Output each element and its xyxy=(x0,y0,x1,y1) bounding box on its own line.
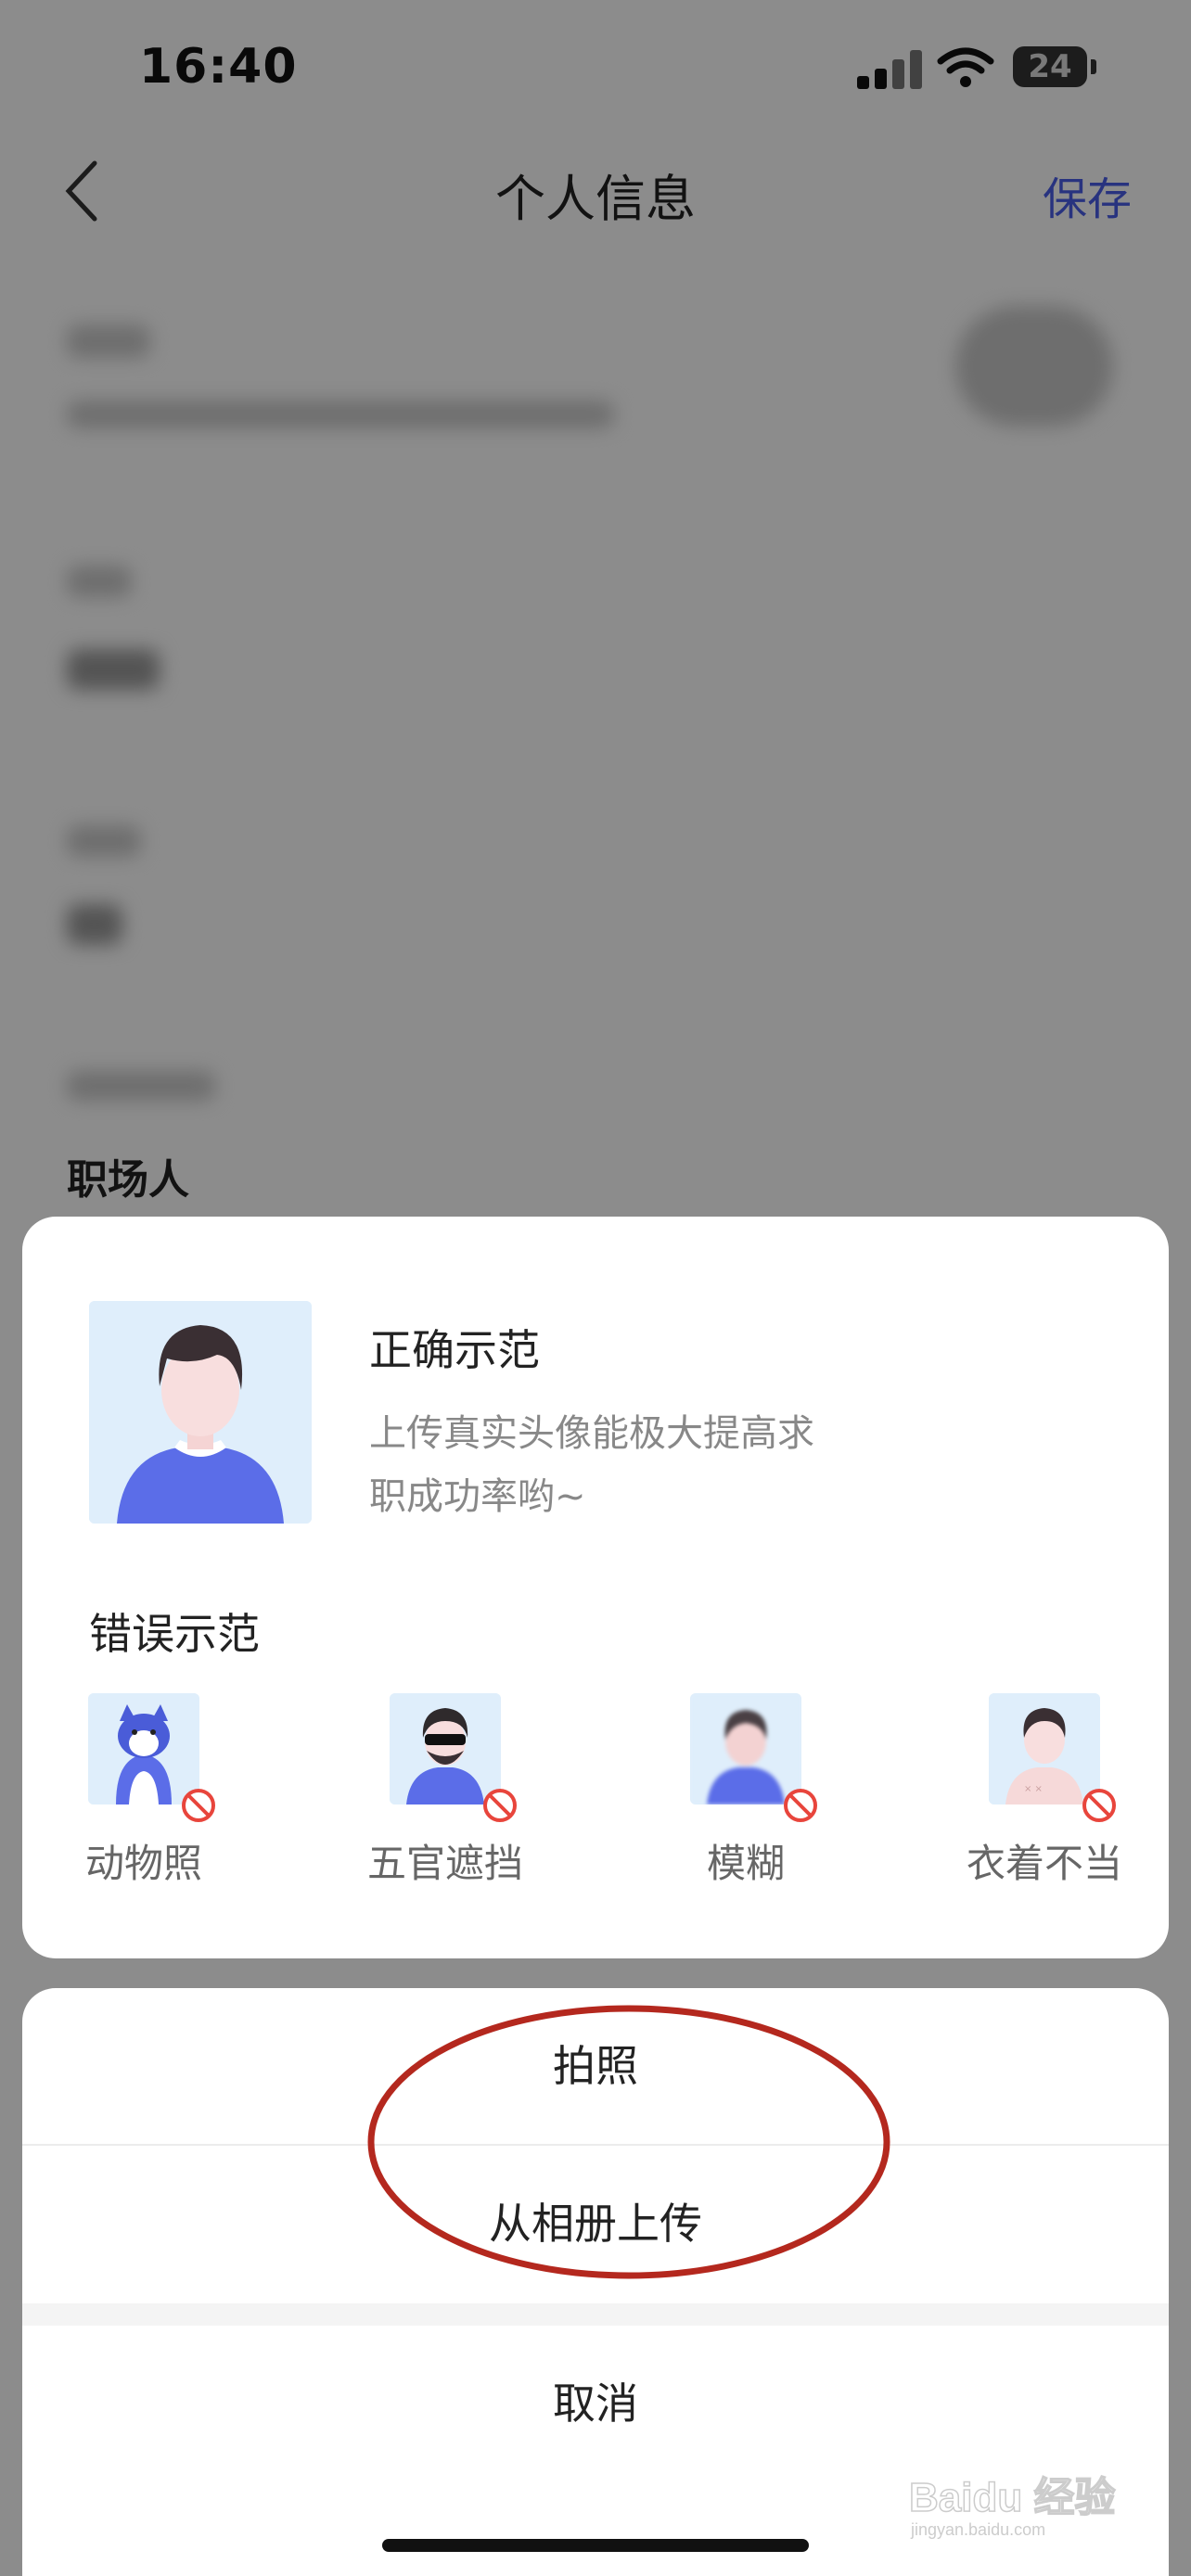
cancel-button[interactable]: 取消 xyxy=(22,2326,1169,2481)
baidu-jingyan-watermark: Baidu 经验 jingyan.baidu.com xyxy=(909,2474,1116,2539)
bad-example-animal: 动物照 xyxy=(42,1693,246,1886)
bad-example-blurry: 模糊 xyxy=(644,1693,848,1886)
prohibited-icon xyxy=(182,1789,215,1822)
annotation-ellipse xyxy=(367,2005,890,2279)
svg-text:Baidu 经验: Baidu 经验 xyxy=(909,2475,1115,2520)
bad-example-covered-face: 五官遮挡 xyxy=(343,1693,547,1886)
bad-example-label: 五官遮挡 xyxy=(366,1841,523,1886)
correct-desc-line-1: 上传真实头像能极大提高求 xyxy=(369,1412,814,1455)
svg-text:× ×: × × xyxy=(1024,1784,1043,1794)
prohibited-icon xyxy=(1082,1789,1116,1822)
prohibited-icon xyxy=(784,1789,817,1822)
bad-example-improper-clothing: × × 衣着不当 xyxy=(942,1693,1146,1886)
correct-desc-line-2: 职成功率哟~ xyxy=(369,1475,586,1518)
bad-example-label: 模糊 xyxy=(706,1841,785,1886)
home-indicator xyxy=(382,2539,809,2552)
action-sheet-gap xyxy=(22,2303,1169,2326)
bad-example-label: 衣着不当 xyxy=(966,1841,1122,1886)
profile-page: 16:40 24 个人信息 保存 职场人 正确示范 上传真实头像能极大提高求 职… xyxy=(0,0,1191,2576)
correct-avatar-icon xyxy=(89,1301,312,1524)
svg-text:jingyan.baidu.com: jingyan.baidu.com xyxy=(910,2520,1045,2539)
prohibited-icon xyxy=(483,1789,517,1822)
correct-example-description: 上传真实头像能极大提高求 职成功率哟~ xyxy=(369,1402,870,1528)
correct-avatar-example xyxy=(89,1301,312,1524)
correct-example-title: 正确示范 xyxy=(369,1325,540,1375)
bad-example-label: 动物照 xyxy=(84,1841,202,1886)
wrong-example-title: 错误示范 xyxy=(89,1609,260,1659)
